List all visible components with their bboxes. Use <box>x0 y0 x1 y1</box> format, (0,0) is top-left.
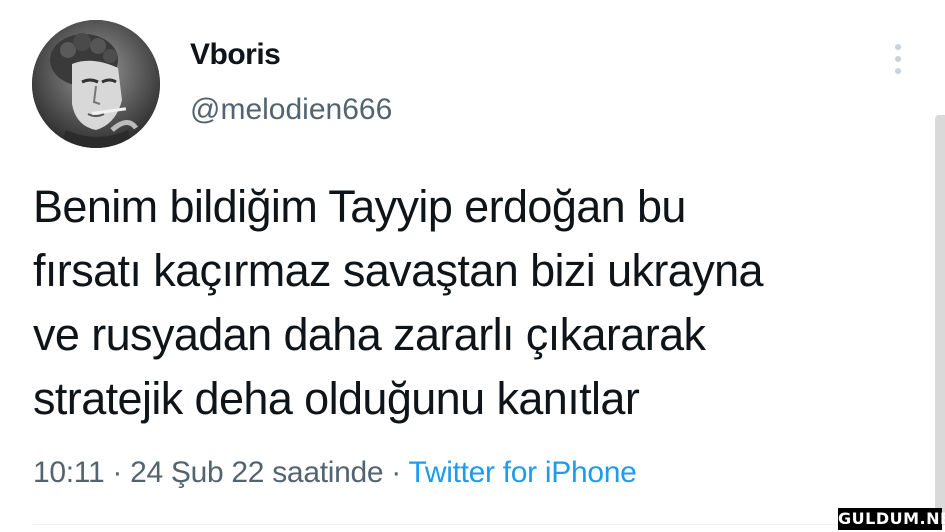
author-handle[interactable]: @melodien666 <box>190 93 392 127</box>
author-display-name[interactable]: Vboris <box>190 38 281 72</box>
tweet-text: Benim bildiğim Tayyip erdoğan bu fırsatı… <box>33 175 913 431</box>
avatar-image <box>32 20 160 148</box>
divider <box>33 524 913 525</box>
tweet-text-line: fırsatı kaçırmaz savaştan bizi ukrayna <box>33 245 764 296</box>
avatar[interactable] <box>32 20 160 148</box>
watermark: GULDUM.NET <box>838 508 945 530</box>
tweet-timestamp[interactable]: 10:11 · 24 Şub 22 saatinde <box>33 456 384 489</box>
tweet-text-line: ve rusyadan daha zararlı çıkararak <box>33 309 706 360</box>
tweet-text-line: Benim bildiğim Tayyip erdoğan bu <box>33 181 686 232</box>
scrollbar[interactable] <box>935 115 945 525</box>
metadata-separator: · <box>383 456 409 489</box>
tweet-metadata: 10:11 · 24 Şub 22 saatinde · Twitter for… <box>33 456 637 490</box>
tweet-text-line: stratejik deha olduğunu kanıtlar <box>33 373 640 424</box>
tweet-source-link[interactable]: Twitter for iPhone <box>408 456 636 489</box>
more-options-button[interactable] <box>884 40 912 80</box>
